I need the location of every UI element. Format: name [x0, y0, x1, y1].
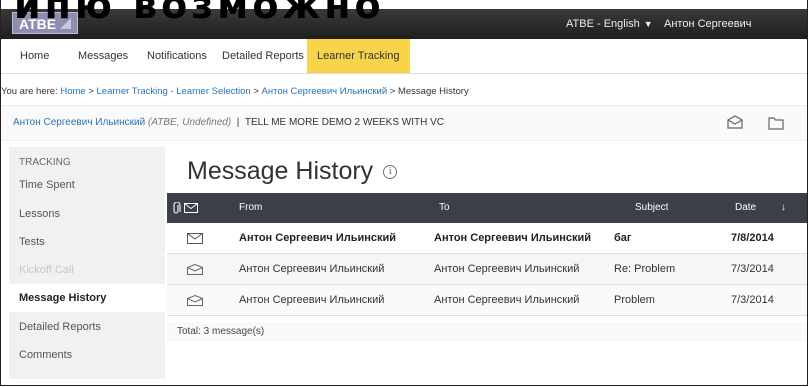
table-row[interactable]: Антон Сергеевич Ильинский Антон Сергееви…	[167, 223, 807, 254]
sidebar-heading: TRACKING	[19, 157, 71, 168]
main-nav: Home Messages Notifications Detailed Rep…	[1, 39, 807, 74]
table-header: From To Subject Date ↓	[167, 193, 807, 223]
breadcrumb-current: Message History	[397, 86, 469, 97]
envelope-read-icon	[187, 295, 203, 306]
overlay-caption: ипю возможно	[14, 0, 385, 27]
nav-home[interactable]: Home	[20, 39, 49, 73]
nav-detailed-reports[interactable]: Detailed Reports	[222, 39, 304, 73]
message-total: Total: 3 message(s)	[167, 322, 807, 342]
row-subject[interactable]: баг	[614, 223, 632, 253]
breadcrumb-prefix: You are here:	[1, 86, 58, 97]
breadcrumb-home[interactable]: Home	[60, 86, 85, 97]
row-subject[interactable]: Re: Problem	[614, 254, 675, 284]
sidebar-item-tests[interactable]: Tests	[9, 228, 165, 256]
language-label: ATBE - English	[566, 18, 640, 30]
tracking-sidebar: TRACKING Time Spent Lessons Tests Kickof…	[9, 147, 165, 379]
folder-icon[interactable]	[768, 116, 784, 130]
column-date[interactable]: Date	[735, 193, 756, 223]
column-from[interactable]: From	[239, 193, 262, 223]
attachment-icon[interactable]	[173, 202, 181, 215]
nav-messages[interactable]: Messages	[78, 39, 128, 73]
table-row[interactable]: Антон Сергеевич Ильинский Антон Сергееви…	[167, 254, 807, 285]
column-subject[interactable]: Subject	[635, 193, 668, 223]
row-date: 7/8/2014	[731, 232, 774, 244]
row-from: Антон Сергеевич Ильинский	[239, 294, 385, 306]
chevron-down-icon: ▼	[643, 19, 653, 29]
sidebar-item-detailed-reports[interactable]: Detailed Reports	[9, 313, 165, 341]
breadcrumb-learner-selection[interactable]: Learner Tracking - Learner Selection	[97, 86, 251, 97]
learner-bar: Антон Сергеевич Ильинский (ATBE, Undefin…	[1, 105, 807, 141]
row-from: Антон Сергеевич Ильинский	[239, 232, 397, 244]
page-title-text: Message History	[187, 157, 374, 185]
info-icon[interactable]: i	[383, 165, 398, 180]
row-subject[interactable]: Problem	[614, 285, 655, 315]
breadcrumb: You are here: Home > Learner Tracking - …	[1, 86, 469, 97]
row-to: Антон Сергеевич Ильинский	[434, 263, 580, 275]
row-from: Антон Сергеевич Ильинский	[239, 263, 385, 275]
column-to[interactable]: To	[439, 193, 450, 223]
app-window: ATBE ATBE - English▼ Антон Сергеевич Иль…	[0, 0, 808, 386]
nav-notifications[interactable]: Notifications	[147, 39, 207, 73]
page-title: Message History i	[187, 157, 398, 186]
learner-name[interactable]: Антон Сергеевич Ильинский	[13, 117, 145, 128]
nav-learner-tracking[interactable]: Learner Tracking	[307, 39, 410, 73]
sidebar-item-kickoff-call: Kickoff Call	[19, 264, 74, 276]
language-selector[interactable]: ATBE - English ▼	[566, 9, 653, 39]
row-date: 7/3/2014	[731, 263, 774, 275]
row-to: Антон Сергеевич Ильинский	[434, 232, 592, 244]
sidebar-item-time-spent[interactable]: Time Spent	[9, 171, 165, 199]
table-row[interactable]: Антон Сергеевич Ильинский Антон Сергееви…	[167, 285, 807, 316]
learner-info: Антон Сергеевич Ильинский (ATBE, Undefin…	[13, 117, 444, 128]
row-date: 7/3/2014	[731, 294, 774, 306]
learner-course: TELL ME MORE DEMO 2 WEEKS WITH VC	[244, 117, 444, 128]
envelope-unread-icon	[187, 233, 203, 244]
learner-org: (ATBE, Undefined)	[147, 117, 232, 128]
sidebar-item-comments[interactable]: Comments	[9, 341, 165, 369]
breadcrumb-learner[interactable]: Антон Сергеевич Ильинский	[262, 86, 388, 97]
row-to: Антон Сергеевич Ильинский	[434, 294, 580, 306]
envelope-read-icon	[187, 264, 203, 275]
send-message-icon[interactable]	[727, 115, 743, 129]
sidebar-item-message-history[interactable]: Message History	[9, 284, 165, 312]
sort-desc-icon[interactable]: ↓	[781, 193, 786, 223]
envelope-header-icon[interactable]	[184, 203, 198, 213]
sidebar-item-lessons[interactable]: Lessons	[9, 200, 165, 228]
